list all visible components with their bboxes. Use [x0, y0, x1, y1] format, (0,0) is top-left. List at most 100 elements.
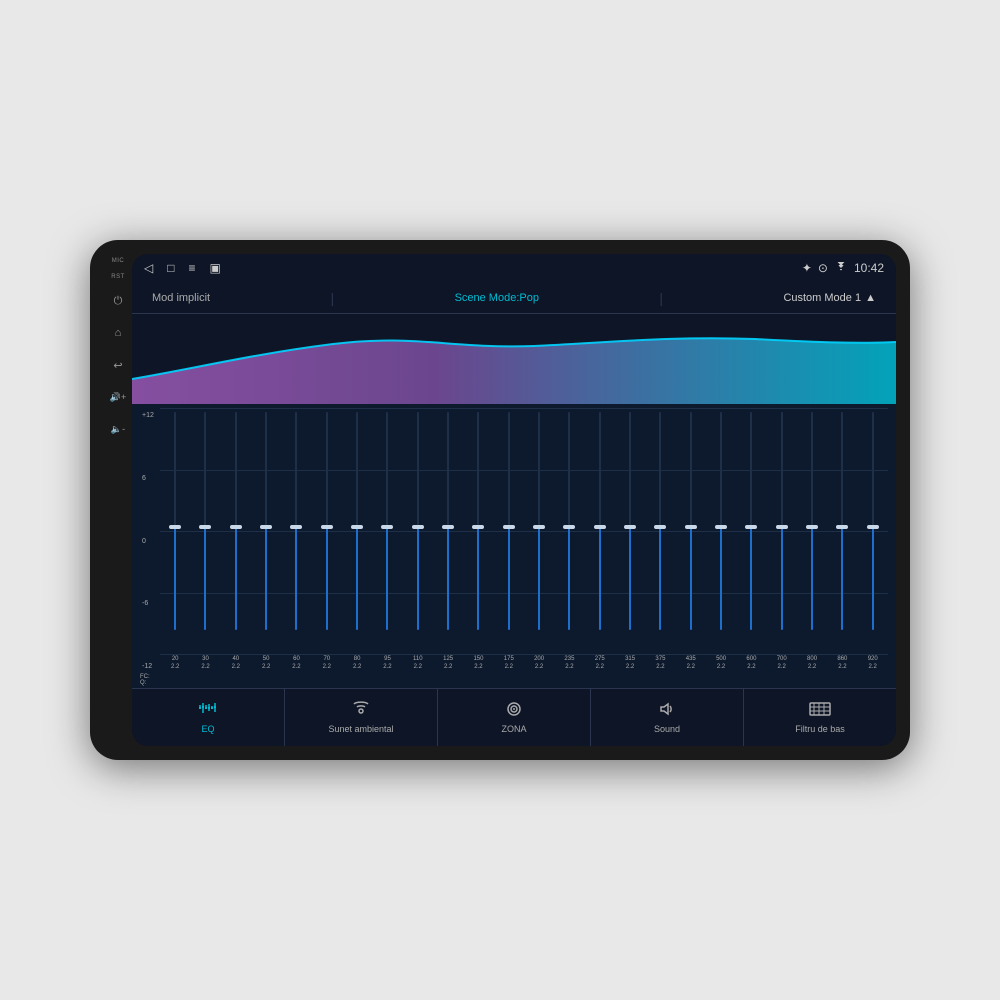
slider-thumb-12[interactable]: [533, 525, 545, 529]
q-label-4: 2.2: [292, 664, 300, 672]
slider-thumb-1[interactable]: [199, 525, 211, 529]
slider-track-7[interactable]: [386, 412, 388, 630]
power-icon[interactable]: ⏻: [107, 290, 129, 312]
slider-track-21[interactable]: [811, 412, 813, 630]
slider-fill-9: [447, 525, 449, 630]
vol-up-icon[interactable]: 🔊+: [107, 386, 129, 408]
q-label-3: 2.2: [262, 664, 270, 672]
slider-thumb-22[interactable]: [836, 525, 848, 529]
slider-thumb-21[interactable]: [806, 525, 818, 529]
scene-mode[interactable]: Scene Mode:Pop: [455, 292, 539, 304]
freq-label-14: 275: [595, 656, 605, 664]
slider-track-13[interactable]: [568, 412, 570, 630]
slider-track-3[interactable]: [265, 412, 267, 630]
freq-col-15: 3152.2: [615, 654, 645, 674]
back-side-icon[interactable]: ↩: [107, 354, 129, 376]
home-side-icon[interactable]: ⌂: [107, 322, 129, 344]
slider-thumb-14[interactable]: [594, 525, 606, 529]
scale-neg6: -6: [142, 600, 158, 607]
nav-eq[interactable]: EQ: [132, 689, 285, 746]
q-label-21: 2.2: [808, 664, 816, 672]
nav-bass[interactable]: Filtru de bas: [744, 689, 896, 746]
slider-thumb-17[interactable]: [685, 525, 697, 529]
freq-label-22: 860: [837, 656, 847, 664]
slider-track-12[interactable]: [538, 412, 540, 630]
nav-ambient[interactable]: Sunet ambiental: [285, 689, 438, 746]
slider-thumb-19[interactable]: [745, 525, 757, 529]
slider-thumb-2[interactable]: [230, 525, 242, 529]
q-label-18: 2.2: [717, 664, 725, 672]
q-label-20: 2.2: [778, 664, 786, 672]
back-arrow-icon[interactable]: ◁: [144, 261, 153, 275]
slider-thumb-3[interactable]: [260, 525, 272, 529]
q-label-12: 2.2: [535, 664, 543, 672]
vol-down-icon[interactable]: 🔈-: [107, 418, 129, 440]
slider-track-18[interactable]: [720, 412, 722, 630]
eq-visualization: [132, 314, 896, 404]
slider-thumb-16[interactable]: [654, 525, 666, 529]
slider-track-1[interactable]: [204, 412, 206, 630]
slider-thumb-23[interactable]: [867, 525, 879, 529]
menu-icon[interactable]: ≡: [188, 261, 195, 275]
slider-thumb-8[interactable]: [412, 525, 424, 529]
slider-track-11[interactable]: [508, 412, 510, 630]
slider-track-5[interactable]: [326, 412, 328, 630]
mic-label: MIC: [112, 258, 125, 264]
slider-track-10[interactable]: [477, 412, 479, 630]
home-icon[interactable]: □: [167, 261, 174, 275]
slider-thumb-6[interactable]: [351, 525, 363, 529]
freq-col-21: 8002.2: [797, 654, 827, 674]
bookmark-icon[interactable]: ▣: [210, 261, 221, 275]
slider-thumb-13[interactable]: [563, 525, 575, 529]
slider-track-19[interactable]: [750, 412, 752, 630]
slider-track-2[interactable]: [235, 412, 237, 630]
mode-implicit[interactable]: Mod implicit: [152, 292, 210, 304]
freq-col-6: 802.2: [342, 654, 372, 674]
custom-mode[interactable]: Custom Mode 1 ▲: [783, 292, 876, 304]
slider-track-22[interactable]: [841, 412, 843, 630]
freq-col-14: 2752.2: [585, 654, 615, 674]
freq-col-3: 502.2: [251, 654, 281, 674]
nav-zone[interactable]: ZONA: [438, 689, 591, 746]
slider-fill-6: [356, 525, 358, 630]
slider-col-9: [433, 408, 463, 634]
freq-label-11: 175: [504, 656, 514, 664]
slider-track-0[interactable]: [174, 412, 176, 630]
slider-thumb-20[interactable]: [776, 525, 788, 529]
q-label-8: 2.2: [414, 664, 422, 672]
q-label-2: 2.2: [232, 664, 240, 672]
q-label-13: 2.2: [565, 664, 573, 672]
freq-label-6: 80: [354, 656, 361, 664]
slider-track-8[interactable]: [417, 412, 419, 630]
time-display: 10:42: [854, 261, 884, 275]
freq-label-7: 95: [384, 656, 391, 664]
slider-track-15[interactable]: [629, 412, 631, 630]
slider-track-14[interactable]: [599, 412, 601, 630]
slider-thumb-5[interactable]: [321, 525, 333, 529]
q-label-15: 2.2: [626, 664, 634, 672]
freq-label-4: 60: [293, 656, 300, 664]
slider-thumb-4[interactable]: [290, 525, 302, 529]
slider-thumb-15[interactable]: [624, 525, 636, 529]
slider-fill-0: [174, 525, 176, 630]
slider-thumb-18[interactable]: [715, 525, 727, 529]
slider-thumb-11[interactable]: [503, 525, 515, 529]
status-bar-left: ◁ □ ≡ ▣: [144, 261, 221, 275]
scale-neg12: -12: [142, 663, 158, 670]
slider-thumb-0[interactable]: [169, 525, 181, 529]
slider-track-6[interactable]: [356, 412, 358, 630]
slider-fill-1: [204, 525, 206, 630]
slider-track-23[interactable]: [872, 412, 874, 630]
slider-track-17[interactable]: [690, 412, 692, 630]
nav-sound[interactable]: Sound: [591, 689, 744, 746]
slider-thumb-9[interactable]: [442, 525, 454, 529]
slider-track-20[interactable]: [781, 412, 783, 630]
slider-thumb-10[interactable]: [472, 525, 484, 529]
freq-label-23: 920: [868, 656, 878, 664]
slider-fill-4: [295, 525, 297, 630]
slider-thumb-7[interactable]: [381, 525, 393, 529]
slider-track-16[interactable]: [659, 412, 661, 630]
nav-ambient-label: Sunet ambiental: [328, 724, 393, 734]
slider-track-9[interactable]: [447, 412, 449, 630]
slider-track-4[interactable]: [295, 412, 297, 630]
